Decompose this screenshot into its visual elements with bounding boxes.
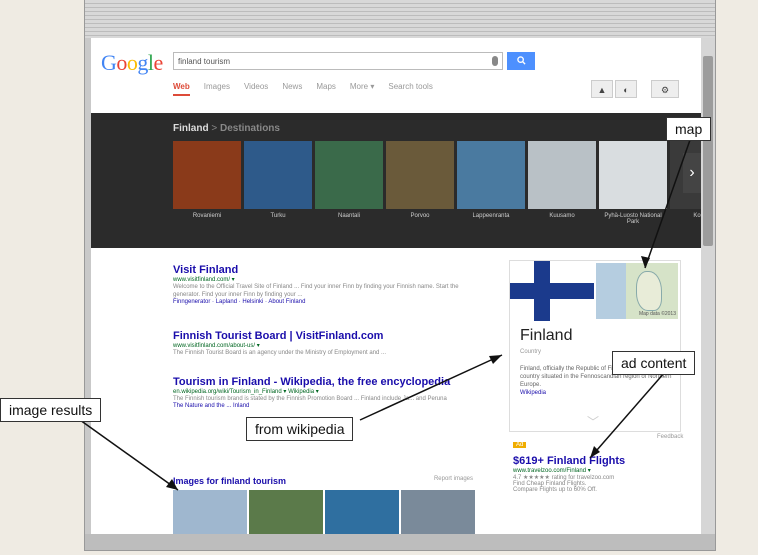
ad-title-link[interactable]: $619+ Finland Flights: [513, 455, 693, 467]
carousel-label[interactable]: Lappeenranta: [457, 213, 525, 219]
carousel-thumbnail[interactable]: [386, 141, 454, 209]
person-icon: ▲: [597, 85, 607, 95]
ad-line: Compare Flights up to 60% Off.: [513, 487, 597, 493]
carousel-thumbnail[interactable]: [244, 141, 312, 209]
carousel-thumbnail[interactable]: [173, 141, 241, 209]
result-sitelinks[interactable]: Finngenerator · Lapland · Helsinki · Abo…: [173, 299, 473, 305]
callout-ad-content: ad content: [612, 351, 696, 375]
ad-url[interactable]: www.travelzoo.com/Finland ▾: [513, 467, 693, 474]
tab-images[interactable]: Images: [204, 82, 230, 96]
browser-window: Google finland tourism Web Images Videos…: [85, 0, 715, 550]
carousel-thumbnail[interactable]: [315, 141, 383, 209]
report-images-link[interactable]: Report images: [434, 476, 473, 482]
title-bar[interactable]: [85, 0, 715, 38]
globe-icon: ◐: [623, 85, 629, 95]
image-result-thumbnail[interactable]: [249, 490, 323, 534]
vertical-scrollbar[interactable]: [701, 38, 715, 534]
tab-search-tools[interactable]: Search tools: [388, 82, 432, 96]
microphone-icon[interactable]: [492, 56, 498, 66]
result-title-link[interactable]: Tourism in Finland - Wikipedia, the free…: [173, 376, 473, 388]
crumb-destinations: Destinations: [219, 123, 280, 134]
image-result-thumbnail[interactable]: [401, 490, 475, 534]
tab-videos[interactable]: Videos: [244, 82, 268, 96]
finland-flag[interactable]: [510, 261, 594, 321]
carousel-label[interactable]: Naantali: [315, 213, 383, 219]
search-query: finland tourism: [178, 57, 231, 66]
gear-icon: ⚙: [660, 85, 670, 95]
wikipedia-link[interactable]: Wikipedia: [520, 389, 675, 397]
carousel-label[interactable]: Porvoo: [386, 213, 454, 219]
share-button[interactable]: ▲: [591, 80, 613, 98]
crumb-finland[interactable]: Finland: [173, 123, 209, 134]
result-snippet: Welcome to the Official Travel Site of F…: [173, 284, 459, 298]
knowledge-panel: Map data ©2013 Finland Country Finland, …: [509, 260, 681, 432]
carousel-label[interactable]: Kuusamo: [528, 213, 596, 219]
search-result: Tourism in Finland - Wikipedia, the free…: [173, 376, 473, 409]
carousel-next-button[interactable]: ›: [683, 153, 701, 193]
scroll-thumb[interactable]: [703, 56, 713, 246]
ad-block: Ad $619+ Finland Flights www.travelzoo.c…: [513, 433, 693, 493]
result-title-link[interactable]: Visit Finland: [173, 264, 473, 276]
result-url[interactable]: www.visitfinland.com/about-us/ ▾: [173, 342, 473, 349]
carousel-thumbnail[interactable]: [528, 141, 596, 209]
tab-web[interactable]: Web: [173, 82, 190, 96]
result-title-link[interactable]: Finnish Tourist Board | VisitFinland.com: [173, 330, 473, 342]
tab-more[interactable]: More ▾: [350, 82, 374, 96]
carousel-label[interactable]: Pyhä-Luosto National Park: [599, 213, 667, 225]
map-thumbnail[interactable]: Map data ©2013: [596, 263, 678, 319]
carousel-label[interactable]: Rovaniemi: [173, 213, 241, 219]
breadcrumb: Finland > Destinations: [173, 123, 280, 134]
image-results-section: Images for finland tourism Report images: [173, 476, 475, 534]
carousel-thumbnail[interactable]: [457, 141, 525, 209]
ad-rating: 4.7 ★★★★★ rating for travelzoo.com: [513, 475, 615, 481]
result-url[interactable]: en.wikipedia.org/wiki/Tourism_in_Finland…: [173, 388, 473, 395]
settings-button[interactable]: ⚙: [651, 80, 679, 98]
chevron-down-icon[interactable]: ﹀: [578, 413, 608, 429]
safe-search-button[interactable]: ◐: [615, 80, 637, 98]
result-sitelinks[interactable]: The Nature and the ... Inland: [173, 403, 473, 409]
search-result: Finnish Tourist Board | VisitFinland.com…: [173, 330, 473, 357]
result-snippet: The Finnish tourism brand is stated by t…: [173, 396, 447, 402]
status-bar: [85, 534, 715, 550]
chevron-right-icon: ›: [689, 164, 695, 181]
callout-from-wikipedia: from wikipedia: [246, 417, 354, 441]
carousel-label[interactable]: Turku: [244, 213, 312, 219]
search-input[interactable]: finland tourism: [173, 52, 503, 70]
search-tabs: Web Images Videos News Maps More ▾ Searc…: [173, 82, 433, 96]
image-result-thumbnail[interactable]: [173, 490, 247, 534]
search-button[interactable]: [507, 52, 535, 70]
search-result: Visit Finland www.visitfinland.com/ ▾ We…: [173, 264, 473, 305]
crumb-separator: >: [211, 123, 218, 134]
destinations-carousel: Finland > Destinations Rovaniemi Turku Naa…: [91, 113, 701, 248]
result-url[interactable]: www.visitfinland.com/ ▾: [173, 276, 473, 283]
carousel-thumbnail[interactable]: [599, 141, 667, 209]
search-results-page: Google finland tourism Web Images Videos…: [91, 38, 701, 534]
ad-badge: Ad: [513, 442, 527, 448]
image-results-heading[interactable]: Images for finland tourism: [173, 476, 473, 486]
callout-map: map: [666, 117, 712, 141]
knowledge-title: Finland: [520, 327, 573, 344]
google-logo[interactable]: Google: [101, 50, 163, 76]
callout-image-results: image results: [0, 398, 102, 422]
result-snippet: The Finnish Tourist Board is an agency u…: [173, 350, 386, 356]
map-caption: Map data ©2013: [638, 311, 676, 317]
search-icon: [516, 56, 526, 65]
knowledge-subtitle: Country: [520, 349, 542, 355]
carousel-label[interactable]: Kokkola: [670, 213, 701, 219]
image-result-thumbnail[interactable]: [325, 490, 399, 534]
tab-news[interactable]: News: [282, 82, 302, 96]
tab-maps[interactable]: Maps: [316, 82, 336, 96]
